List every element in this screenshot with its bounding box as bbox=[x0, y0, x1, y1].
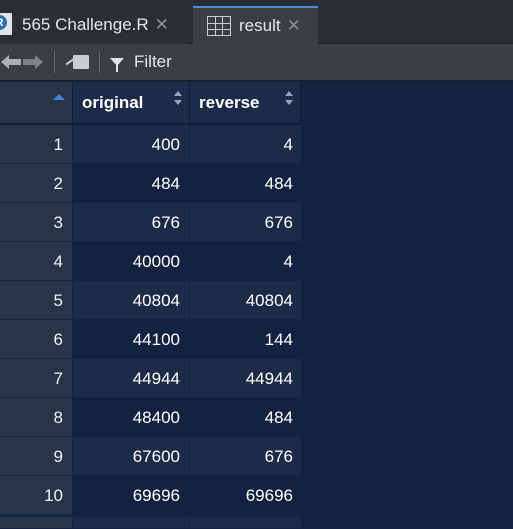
close-icon[interactable]: ✕ bbox=[287, 16, 301, 36]
column-header-original[interactable]: original bbox=[73, 82, 190, 124]
row-index: 3 bbox=[0, 203, 73, 242]
back-arrow-icon[interactable] bbox=[0, 52, 22, 72]
filter-funnel-icon bbox=[110, 58, 124, 72]
tab-label: result bbox=[239, 16, 281, 35]
tab-result[interactable]: result ✕ bbox=[193, 6, 318, 44]
column-header-label: reverse bbox=[199, 92, 260, 112]
row-index: 4 bbox=[0, 242, 73, 281]
cell-reverse: 4 bbox=[190, 242, 301, 281]
column-header-reverse[interactable]: reverse bbox=[190, 82, 301, 124]
table-row-partial bbox=[0, 517, 301, 529]
cell-original: 44944 bbox=[73, 359, 190, 398]
row-index bbox=[0, 517, 73, 529]
table-row: 9 67600 676 bbox=[0, 437, 301, 476]
toolbar-divider bbox=[54, 51, 55, 73]
row-index: 5 bbox=[0, 281, 73, 320]
r-script-icon: R bbox=[0, 13, 14, 37]
editor-tab-bar: R 565 Challenge.R ✕ result ✕ bbox=[0, 0, 513, 44]
row-index: 6 bbox=[0, 320, 73, 359]
cell-reverse bbox=[190, 517, 301, 529]
sort-ascending-icon bbox=[53, 94, 65, 100]
table-row: 8 48400 484 bbox=[0, 398, 301, 437]
cell-original: 676 bbox=[73, 203, 190, 242]
forward-arrow-icon[interactable] bbox=[22, 52, 44, 72]
cell-reverse: 144 bbox=[190, 320, 301, 359]
row-index: 1 bbox=[0, 125, 73, 164]
cell-original: 400 bbox=[73, 125, 190, 164]
filter-button[interactable]: Filter bbox=[110, 52, 172, 72]
table-row: 6 44100 144 bbox=[0, 320, 301, 359]
sort-icon bbox=[174, 91, 182, 105]
row-index: 10 bbox=[0, 476, 73, 515]
tab-label: 565 Challenge.R bbox=[22, 15, 149, 34]
table-row: 10 69696 69696 bbox=[0, 476, 301, 515]
table-row: 5 40804 40804 bbox=[0, 281, 301, 320]
cell-reverse: 676 bbox=[190, 437, 301, 476]
row-index: 9 bbox=[0, 437, 73, 476]
table-row: 7 44944 44944 bbox=[0, 359, 301, 398]
cell-reverse: 484 bbox=[190, 164, 301, 203]
sort-icon bbox=[285, 91, 293, 105]
row-index: 7 bbox=[0, 359, 73, 398]
row-index: 8 bbox=[0, 398, 73, 437]
cell-reverse: 676 bbox=[190, 203, 301, 242]
table-row: 1 400 4 bbox=[0, 125, 301, 164]
tab-r-script[interactable]: R 565 Challenge.R ✕ bbox=[0, 6, 188, 44]
index-column-header[interactable] bbox=[0, 82, 73, 124]
cell-original: 67600 bbox=[73, 437, 190, 476]
popout-window-icon[interactable] bbox=[65, 53, 89, 71]
cell-reverse: 44944 bbox=[190, 359, 301, 398]
cell-original: 40804 bbox=[73, 281, 190, 320]
cell-original: 484 bbox=[73, 164, 190, 203]
cell-original bbox=[73, 517, 190, 529]
cell-reverse: 69696 bbox=[190, 476, 301, 515]
column-header-label: original bbox=[82, 92, 144, 112]
cell-reverse: 484 bbox=[190, 398, 301, 437]
table-row: 3 676 676 bbox=[0, 203, 301, 242]
cell-reverse: 4 bbox=[190, 125, 301, 164]
toolbar-divider bbox=[99, 51, 100, 73]
cell-original: 69696 bbox=[73, 476, 190, 515]
data-table: original reverse 1 400 4 2 484 484 3 676… bbox=[0, 82, 301, 529]
viewer-toolbar: Filter bbox=[0, 44, 513, 81]
cell-reverse: 40804 bbox=[190, 281, 301, 320]
close-icon[interactable]: ✕ bbox=[155, 15, 169, 35]
cell-original: 40000 bbox=[73, 242, 190, 281]
table-row: 2 484 484 bbox=[0, 164, 301, 203]
row-index: 2 bbox=[0, 164, 73, 203]
data-grid-icon bbox=[207, 16, 231, 36]
cell-original: 44100 bbox=[73, 320, 190, 359]
table-row: 4 40000 4 bbox=[0, 242, 301, 281]
filter-label: Filter bbox=[134, 52, 172, 71]
cell-original: 48400 bbox=[73, 398, 190, 437]
